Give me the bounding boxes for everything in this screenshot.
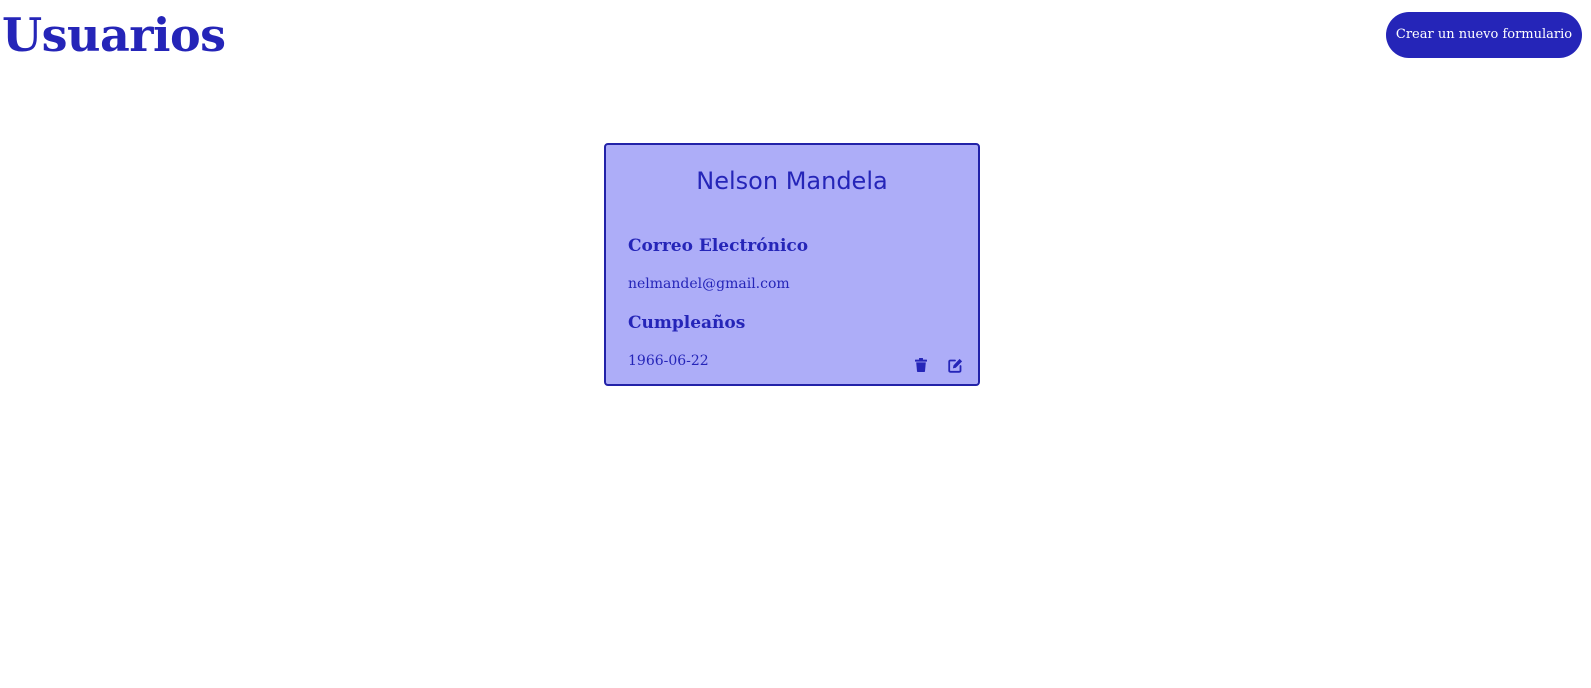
user-card: Nelson Mandela Correo Electrónico nelman… [604,143,980,386]
delete-button[interactable] [912,356,930,374]
edit-icon [947,358,962,373]
edit-button[interactable] [946,356,964,374]
email-label: Correo Electrónico [628,236,809,256]
trash-icon [915,358,927,372]
page-title: Usuarios [2,8,226,62]
email-value: nelmandel@gmail.com [628,276,790,292]
card-actions [912,356,964,374]
create-form-button[interactable]: Crear un nuevo formulario [1386,12,1582,58]
birthday-label: Cumpleaños [628,313,746,333]
birthday-value: 1966-06-22 [628,353,709,369]
user-name: Nelson Mandela [696,167,888,195]
